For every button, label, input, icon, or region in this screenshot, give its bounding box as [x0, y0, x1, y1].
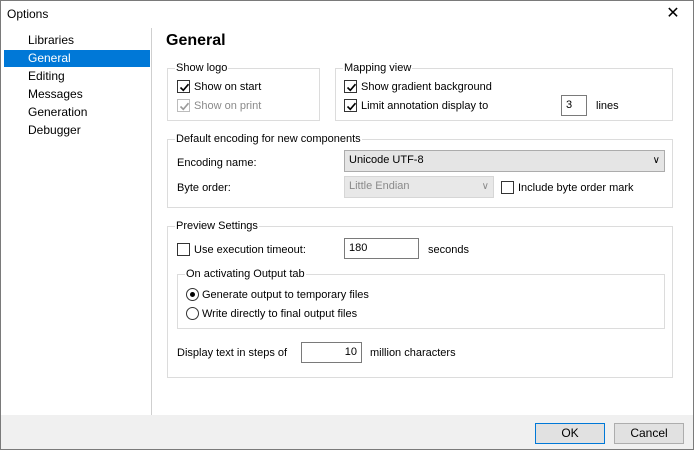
ok-button[interactable]: OK	[535, 423, 605, 444]
annotation-lines-unit: lines	[596, 100, 619, 112]
write-final-files-radio[interactable]	[186, 307, 199, 320]
execution-timeout-input[interactable]: 180	[344, 238, 419, 259]
dialog-client: Libraries General Editing Messages Gener…	[1, 27, 693, 415]
annotation-lines-input[interactable]: 3	[561, 95, 587, 116]
display-steps-unit: million characters	[370, 347, 456, 359]
encoding-name-value: Unicode UTF-8	[349, 154, 424, 166]
show-on-start-label: Show on start	[194, 81, 262, 93]
show-logo-group: Show logo	[167, 61, 320, 121]
encoding-name-label: Encoding name:	[177, 157, 257, 169]
sidebar-item-messages[interactable]: Messages	[4, 86, 150, 103]
execution-timeout-checkbox[interactable]	[177, 243, 190, 256]
gradient-background-checkbox[interactable]	[344, 80, 357, 93]
preview-settings-label: Preview Settings	[175, 219, 259, 233]
generate-temp-files-radio[interactable]	[186, 288, 199, 301]
sidebar-item-debugger[interactable]: Debugger	[4, 122, 150, 139]
chevron-down-icon: ∨	[652, 155, 660, 166]
category-list[interactable]: Libraries General Editing Messages Gener…	[2, 28, 152, 415]
execution-timeout-label: Use execution timeout:	[194, 244, 306, 256]
write-final-files-label: Write directly to final output files	[202, 308, 358, 320]
byte-order-mark-checkbox[interactable]	[501, 181, 514, 194]
sidebar-item-libraries[interactable]: Libraries	[4, 32, 150, 49]
window-title: Options	[7, 7, 49, 21]
display-steps-label: Display text in steps of	[177, 347, 288, 359]
mapping-view-group: Mapping view	[335, 61, 673, 121]
generate-temp-files-label: Generate output to temporary files	[202, 289, 369, 301]
output-tab-label: On activating Output tab	[185, 267, 306, 281]
sidebar-item-general[interactable]: General	[4, 50, 150, 67]
show-on-print-checkbox[interactable]	[177, 99, 190, 112]
cancel-button[interactable]: Cancel	[614, 423, 684, 444]
limit-annotation-checkbox[interactable]	[344, 99, 357, 112]
gradient-background-label: Show gradient background	[361, 81, 492, 93]
limit-annotation-label: Limit annotation display to	[361, 100, 489, 112]
display-steps-input[interactable]: 10	[301, 342, 362, 363]
byte-order-mark-label: Include byte order mark	[518, 182, 634, 194]
title-bar: Options ✕	[1, 1, 693, 27]
chevron-down-icon: ∨	[481, 181, 489, 192]
byte-order-select[interactable]: Little Endian ∨	[344, 176, 494, 198]
byte-order-label: Byte order:	[177, 182, 231, 194]
byte-order-value: Little Endian	[349, 180, 410, 192]
options-dialog: Options ✕ Libraries General Editing Mess…	[0, 0, 694, 450]
show-logo-label: Show logo	[175, 61, 229, 75]
show-on-start-checkbox[interactable]	[177, 80, 190, 93]
encoding-name-select[interactable]: Unicode UTF-8 ∨	[344, 150, 665, 172]
page-title: General	[166, 32, 226, 49]
sidebar-item-generation[interactable]: Generation	[4, 104, 150, 121]
execution-timeout-unit: seconds	[428, 244, 469, 256]
mapping-view-label: Mapping view	[343, 61, 413, 75]
close-icon[interactable]: ✕	[659, 3, 687, 25]
show-on-print-label: Show on print	[194, 100, 262, 112]
encoding-group-label: Default encoding for new components	[175, 132, 362, 146]
sidebar-item-editing[interactable]: Editing	[4, 68, 150, 85]
